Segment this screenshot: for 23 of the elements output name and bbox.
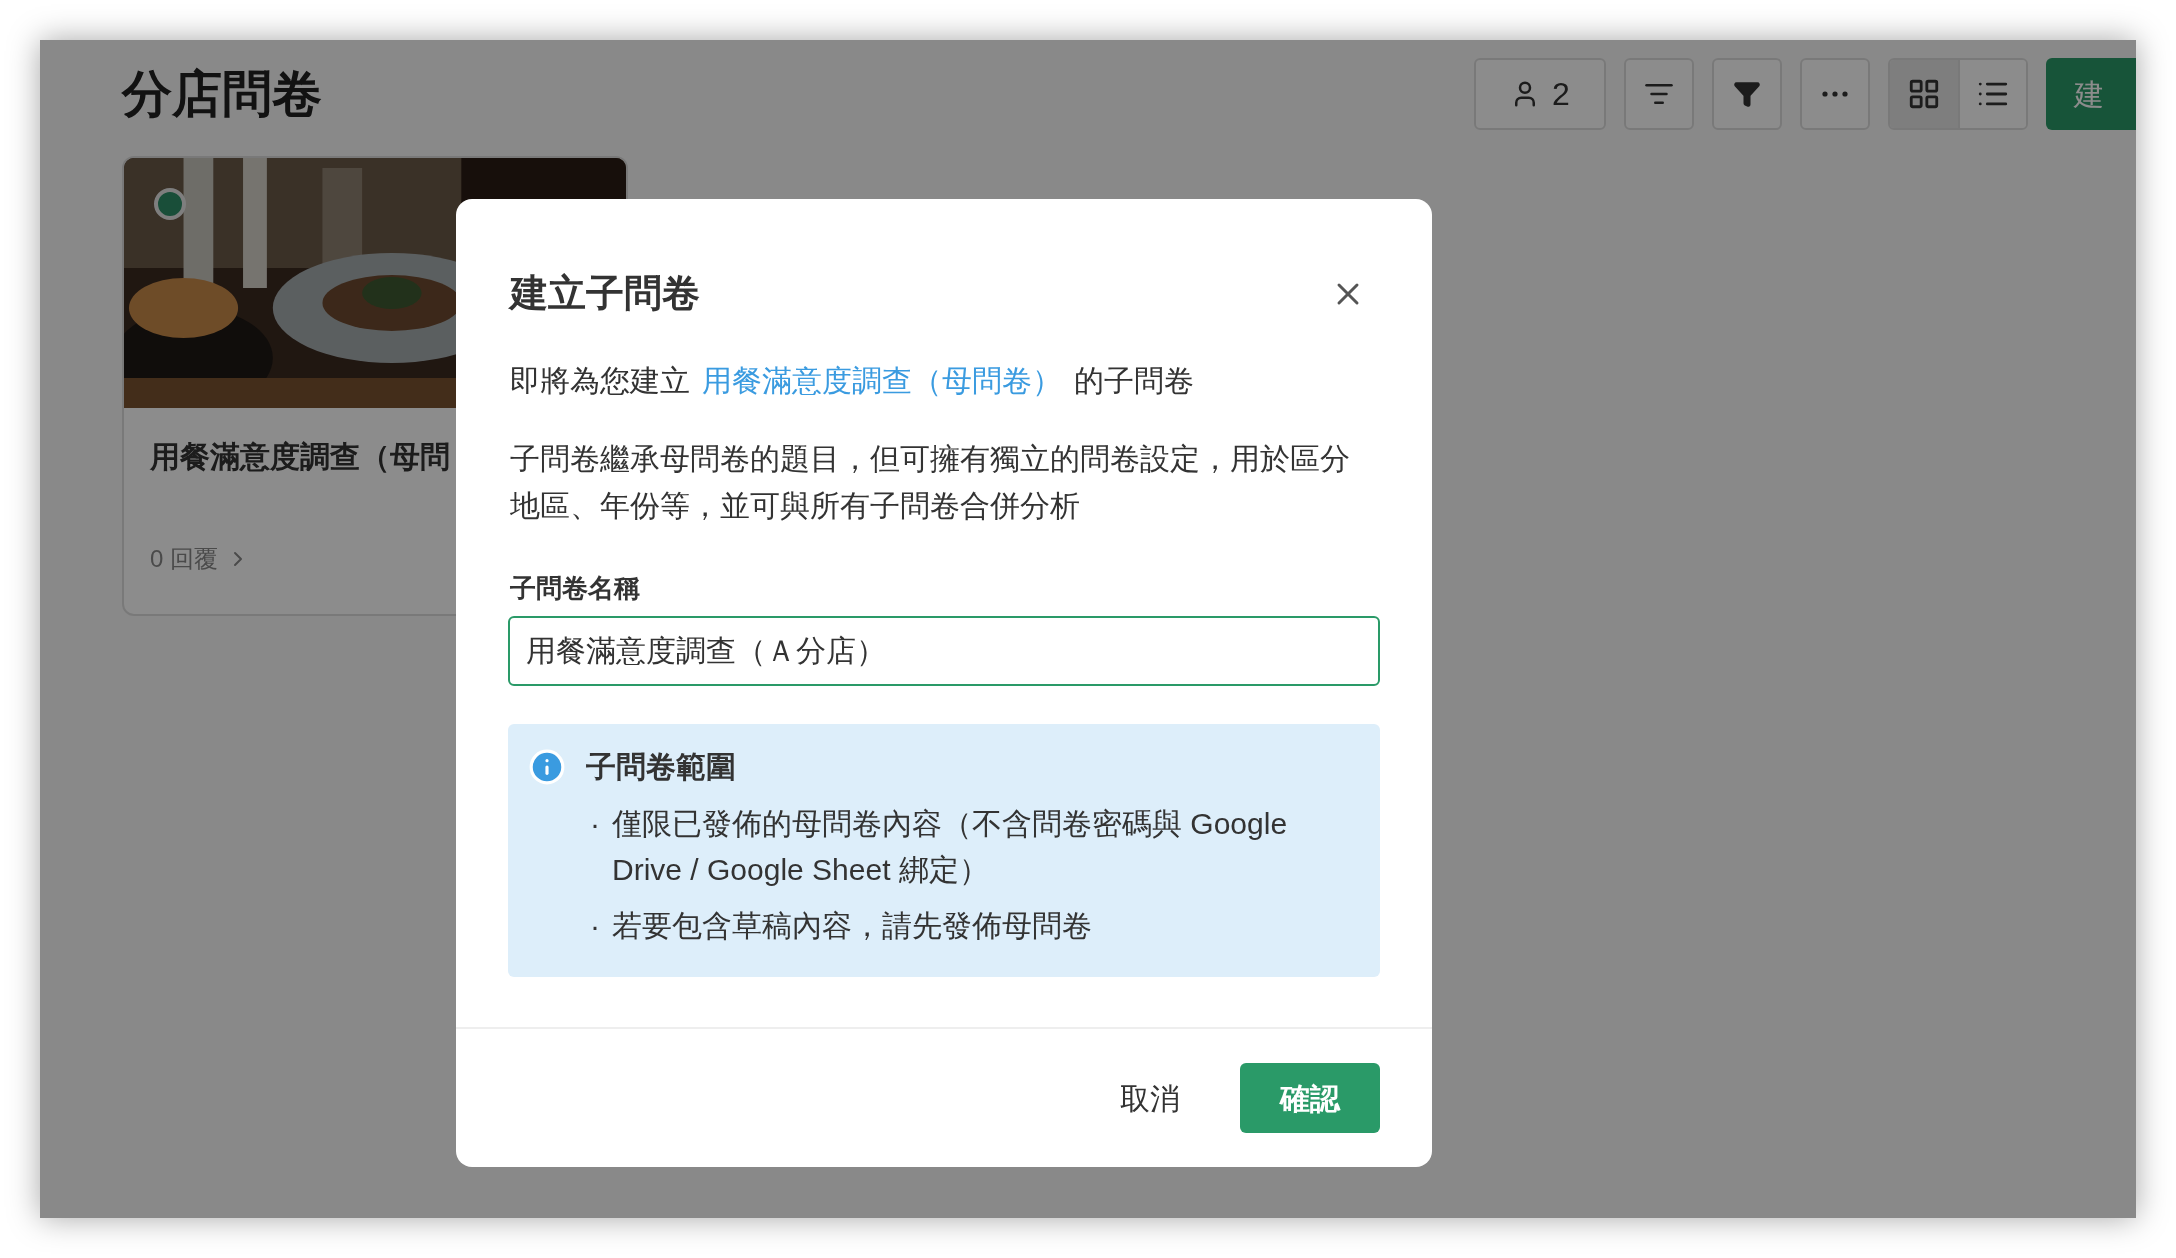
grid-icon (1907, 77, 1941, 111)
page-title: 分店問卷 (122, 69, 322, 119)
bullet: · (590, 908, 600, 944)
info-icon (528, 747, 566, 786)
bullet: · (590, 806, 600, 842)
sort-button[interactable] (1624, 58, 1694, 130)
filter-icon (1733, 80, 1761, 108)
confirm-button[interactable]: 確認 (1240, 1063, 1380, 1133)
grid-view-button[interactable] (1890, 60, 1958, 128)
response-count: 0 回覆 (150, 544, 218, 574)
parent-survey-link[interactable]: 用餐滿意度調查（母問卷） (702, 358, 1062, 403)
members-button[interactable]: 2 (1474, 58, 1606, 130)
list-view-button[interactable] (1958, 60, 2026, 128)
name-input-field[interactable]: 用餐滿意度調查（Ａ分店） (508, 616, 1380, 686)
info-title: 子問卷範圍 (586, 749, 736, 785)
create-button[interactable]: 建 (2046, 58, 2136, 130)
intro-suffix: 的子問卷 (1074, 363, 1194, 399)
cancel-button[interactable]: 取消 (1100, 1063, 1200, 1133)
filter-button[interactable] (1712, 58, 1782, 130)
info-item: 若要包含草稿內容，請先發佈母問卷 (612, 908, 1092, 944)
card-title: 用餐滿意度調查（母問 (150, 439, 450, 475)
info-item: 僅限已發佈的母問卷內容（不含問卷密碼與 Google Drive / Google Sheet 綁定） (612, 806, 1289, 888)
more-icon (1822, 91, 1848, 97)
